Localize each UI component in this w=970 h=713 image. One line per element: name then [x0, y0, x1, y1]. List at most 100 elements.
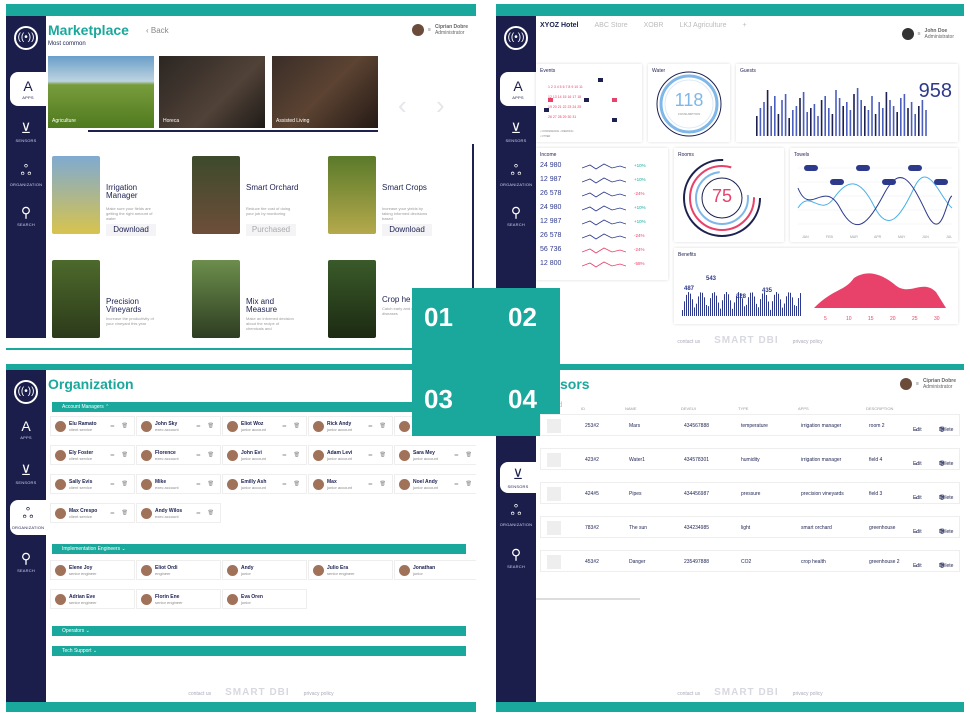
person-card[interactable]: Jonathan junior: [394, 560, 476, 580]
cell-app[interactable]: crop health: [801, 559, 826, 565]
trash-icon[interactable]: 🗑: [208, 423, 214, 429]
person-card[interactable]: Andy Wilos exec account ⚌ 🗑: [136, 503, 221, 523]
trash-icon[interactable]: 🗑: [122, 481, 128, 487]
person-card[interactable]: Emilly Ash junior account ⚌ 🗑: [222, 474, 307, 494]
antenna-logo-icon[interactable]: ((•)): [504, 26, 528, 50]
settings-icon[interactable]: ⚌: [368, 481, 372, 487]
trash-icon[interactable]: 🗑: [466, 481, 472, 487]
row-checkbox[interactable]: [547, 419, 561, 433]
nav-apps[interactable]: A APPS: [500, 72, 536, 106]
person-card[interactable]: Elene Joy senior engineer: [50, 560, 135, 580]
person-card[interactable]: Max junior account ⚌ 🗑: [308, 474, 393, 494]
nav-organization[interactable]: ஃ ORGANIZATION: [10, 500, 46, 535]
trash-icon[interactable]: 🗑: [122, 510, 128, 516]
row-checkbox[interactable]: [547, 555, 561, 569]
settings-icon[interactable]: ⚌: [454, 452, 458, 458]
trash-icon[interactable]: 🗑: [122, 452, 128, 458]
person-card[interactable]: Eva Oren junior: [222, 589, 307, 609]
trash-icon[interactable]: 🗑: [380, 481, 386, 487]
cell-type[interactable]: temperature: [741, 423, 768, 429]
nav-sensors[interactable]: ⊻ SENSORS: [6, 120, 46, 143]
settings-icon[interactable]: ⚌: [110, 481, 114, 487]
cell-type[interactable]: humidity: [741, 457, 760, 463]
table-row[interactable]: 253#2 Mars 434567888 temperature irrigation …: [540, 414, 960, 436]
nav-search[interactable]: ⚲ SEARCH: [6, 550, 46, 573]
app-card-precision-vineyards[interactable]: Precision Vineyards Increase the product…: [46, 260, 166, 350]
carousel-next-arrow-icon[interactable]: ›: [436, 90, 445, 121]
download-button[interactable]: Download: [382, 224, 432, 236]
trash-icon[interactable]: 🗑: [466, 452, 472, 458]
app-card-smart-crops[interactable]: Smart Crops Increase your yields by taki…: [322, 156, 442, 248]
row-checkbox[interactable]: [547, 521, 561, 535]
category-agriculture[interactable]: Agriculture: [48, 56, 154, 128]
person-card[interactable]: Andy junior: [222, 560, 307, 580]
trash-icon[interactable]: 🗑: [208, 481, 214, 487]
trash-icon[interactable]: 🗑: [122, 423, 128, 429]
antenna-logo-icon[interactable]: ((•)): [14, 380, 38, 404]
cell-app[interactable]: irrigation manager: [801, 457, 841, 463]
trash-icon[interactable]: 🗑: [294, 423, 300, 429]
nav-apps[interactable]: A APPS: [6, 418, 46, 440]
nav-apps[interactable]: A APPS: [10, 72, 46, 106]
purchased-button[interactable]: Purchased: [246, 224, 296, 236]
nav-search[interactable]: ⚲ SEARCH: [496, 546, 536, 569]
person-card[interactable]: Julio Era senior engineer: [308, 560, 393, 580]
trash-icon[interactable]: 🗑: [208, 452, 214, 458]
settings-icon[interactable]: ⚌: [110, 510, 114, 516]
person-card[interactable]: Adam Levi junior account ⚌ 🗑: [308, 445, 393, 465]
person-card[interactable]: Florence exec account ⚌ 🗑: [136, 445, 221, 465]
antenna-logo-icon[interactable]: ((•)): [14, 26, 38, 50]
nav-search[interactable]: ⚲ SEARCH: [6, 204, 46, 227]
app-card-irrigation[interactable]: Irrigation Manager Make sure your fields…: [46, 156, 166, 248]
nav-organization[interactable]: ஃ ORGANIZATION: [6, 162, 46, 187]
person-card[interactable]: Max Crespo client service ⚌ 🗑: [50, 503, 135, 523]
category-horeca[interactable]: Horeca: [159, 56, 265, 128]
table-row[interactable]: 453#2 Danger 235497888 CO2 crop health greenh…: [540, 550, 960, 572]
category-assisted-living[interactable]: Assisted Living: [272, 56, 378, 128]
settings-icon[interactable]: ⚌: [368, 423, 372, 429]
carousel-prev-arrow-icon[interactable]: ‹: [398, 90, 407, 121]
settings-icon[interactable]: ⚌: [110, 423, 114, 429]
person-card[interactable]: John Evi junior account ⚌ 🗑: [222, 445, 307, 465]
settings-icon[interactable]: ⚌: [454, 481, 458, 487]
section-tech-support[interactable]: Tech Support ⌄: [52, 646, 466, 656]
back-button[interactable]: ‹ Back: [146, 26, 169, 35]
app-card-mix-and-measure[interactable]: Mix and Measure Make an informed decisio…: [186, 260, 306, 350]
settings-icon[interactable]: ⚌: [196, 481, 200, 487]
nav-organization[interactable]: ஃ ORGANIZATION: [496, 162, 536, 187]
user-menu[interactable]: ≡ Ciprian Dobre Administrator: [900, 378, 956, 390]
row-checkbox[interactable]: [547, 487, 561, 501]
download-button[interactable]: Download: [106, 224, 156, 236]
settings-icon[interactable]: ⚌: [368, 452, 372, 458]
cell-type[interactable]: light: [741, 525, 750, 531]
settings-icon[interactable]: ⚌: [196, 510, 200, 516]
settings-icon[interactable]: ⚌: [196, 452, 200, 458]
user-menu[interactable]: ≡ John Doe Administrator: [901, 28, 954, 40]
person-card[interactable]: Elu Ramato client service ⚌ 🗑: [50, 416, 135, 436]
person-card[interactable]: Rick Andy junior account ⚌ 🗑: [308, 416, 393, 436]
person-card[interactable]: Eliot Woz junior account ⚌ 🗑: [222, 416, 307, 436]
section-account-managers[interactable]: Account Managers ⌃: [52, 402, 466, 412]
row-checkbox[interactable]: [547, 453, 561, 467]
person-card[interactable]: Eliot Ordi engineer: [136, 560, 221, 580]
nav-sensors[interactable]: ⊻ SENSORS: [496, 120, 536, 143]
person-card[interactable]: Sara Mey junior account ⚌ 🗑: [394, 445, 476, 465]
nav-sensors[interactable]: ⊻ SENSORS: [6, 462, 46, 485]
tab-item[interactable]: XOBR: [644, 22, 664, 29]
table-row[interactable]: 783#2 The sun 434234985 light smart orchard g…: [540, 516, 960, 538]
slider-track[interactable]: [536, 598, 640, 600]
calendar-grid[interactable]: 1 2 3 4 5 6 7 8 9 10 11 12 13 14 15 16 17…: [536, 64, 642, 142]
nav-search[interactable]: ⚲ SEARCH: [496, 204, 536, 227]
cell-app[interactable]: irrigation manager: [801, 423, 841, 429]
person-card[interactable]: Adrian Eve senior engineer: [50, 589, 135, 609]
person-card[interactable]: Mike exec account ⚌ 🗑: [136, 474, 221, 494]
tab-item[interactable]: LKJ Agriculture: [679, 22, 726, 29]
nav-sensors[interactable]: ⊻ SENSORS: [500, 462, 536, 493]
table-row[interactable]: 424#5 Pipes 434456987 pressure precision vin…: [540, 482, 960, 504]
cell-app[interactable]: precision vineyards: [801, 491, 844, 497]
tab-item[interactable]: ABC Store: [595, 22, 628, 29]
person-card[interactable]: Noel Andy junior account ⚌ 🗑: [394, 474, 476, 494]
settings-icon[interactable]: ⚌: [110, 452, 114, 458]
person-card[interactable]: John Sky exec account ⚌ 🗑: [136, 416, 221, 436]
cell-app[interactable]: smart orchard: [801, 525, 832, 531]
